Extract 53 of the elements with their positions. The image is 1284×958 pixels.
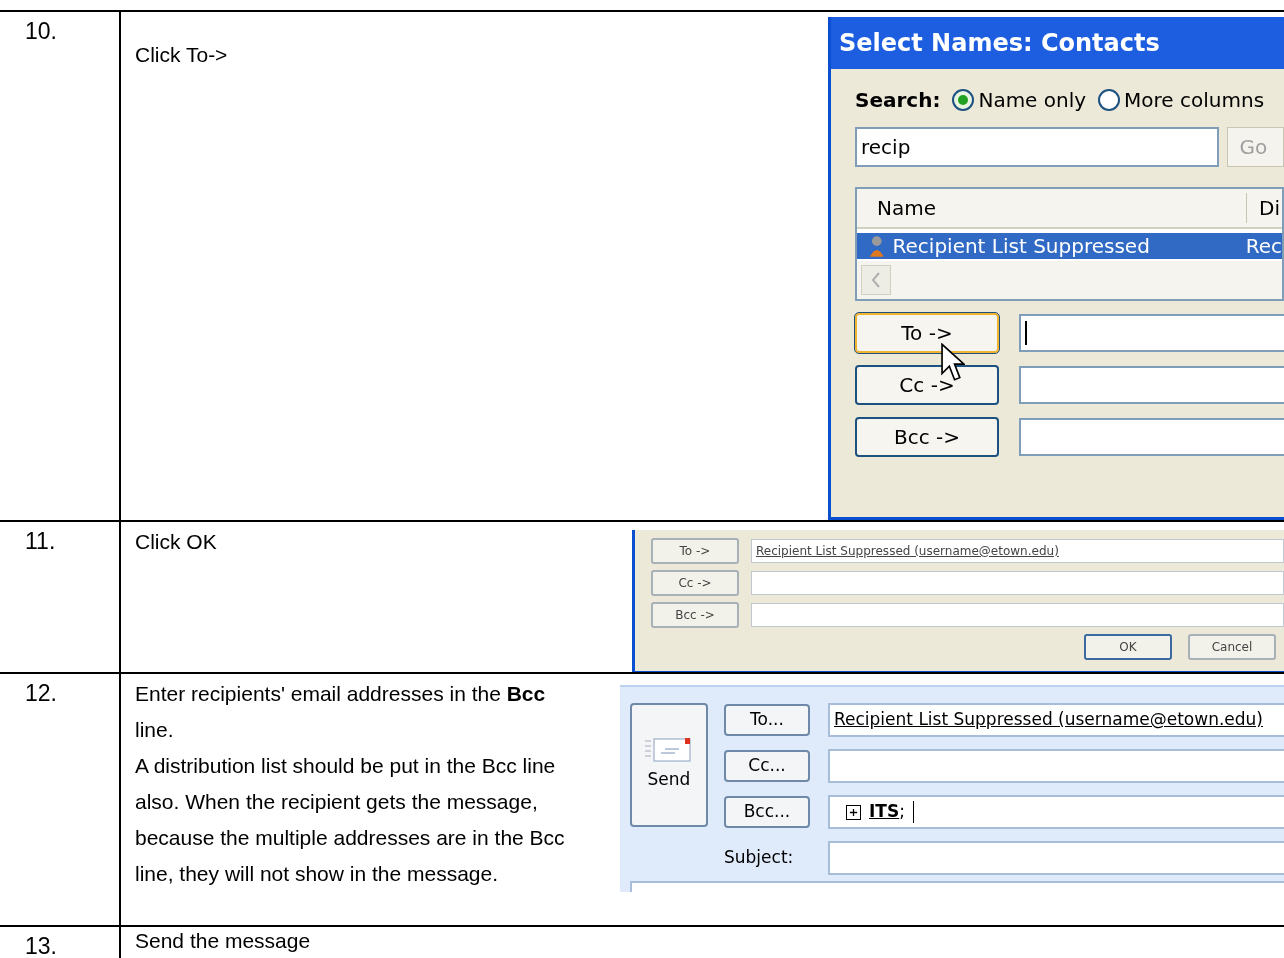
person-icon — [869, 235, 885, 257]
chevron-left-icon — [871, 272, 881, 288]
step-number: 13. — [25, 933, 57, 958]
dialog-button[interactable]: Cancel — [1188, 634, 1276, 660]
recipient-field[interactable] — [751, 571, 1284, 595]
expand-icon[interactable] — [846, 804, 861, 820]
recipient-button[interactable]: Bcc -> — [651, 602, 739, 628]
dialog-button[interactable]: OK — [1084, 634, 1172, 660]
contact-name: Recipient List Suppressed — [891, 233, 1151, 260]
step-number: 12. — [25, 680, 57, 706]
step-instruction: Send the message — [135, 928, 312, 954]
radio-button[interactable] — [1098, 89, 1121, 111]
radio-label: Name only — [978, 87, 1087, 114]
recipient-button[interactable]: Bcc -> — [855, 417, 999, 457]
recipient-field[interactable] — [751, 603, 1284, 627]
recipient-field[interactable] — [1019, 418, 1284, 456]
recipient-field[interactable] — [1019, 366, 1284, 404]
mouse-pointer-icon — [941, 343, 965, 381]
recipient-button[interactable]: Bcc... — [724, 796, 810, 828]
recipient-button[interactable]: To... — [724, 704, 810, 736]
recipient-field[interactable] — [828, 749, 1284, 783]
recipient-button[interactable]: Cc -> — [855, 365, 999, 405]
radio-label: More columns — [1124, 87, 1265, 114]
message-body[interactable] — [630, 881, 1284, 892]
contact-row[interactable]: Recipient List Suppressed Rec — [857, 233, 1282, 259]
column-header[interactable]: Di — [1247, 193, 1280, 223]
step-instruction: Enter recipients' email addresses in the Bcc line. — [135, 681, 547, 743]
subject-label: Subject: — [724, 846, 795, 870]
step-number: 10. — [25, 18, 57, 44]
send-button[interactable]: Send — [630, 703, 708, 827]
recipient-button[interactable]: Cc -> — [651, 570, 739, 596]
envelope-icon — [645, 737, 693, 764]
text-cursor — [1025, 321, 1027, 345]
subject-field[interactable] — [828, 841, 1284, 875]
step-instruction: A distribution list should be put in the Bcc line also. When the recipient gets the message, because the multiple addresses are in the Bcc line, they will not show in the message. — [135, 753, 566, 887]
recipient-field[interactable]: ITS; — [828, 795, 1284, 829]
step-number: 11. — [25, 528, 56, 554]
step-instruction: Click To-> — [135, 42, 229, 68]
text-cursor — [912, 801, 914, 823]
recipient-button[interactable]: To -> — [651, 538, 739, 564]
recipient-button[interactable]: To -> — [855, 313, 999, 353]
scroll-left-button[interactable] — [861, 265, 891, 295]
recipient-field[interactable] — [1019, 314, 1284, 352]
recipient-field[interactable]: Recipient List Suppressed (username@etown.edu) — [828, 703, 1284, 737]
column-header[interactable]: Name — [857, 193, 1247, 223]
contact-cell-text: Rec — [1245, 233, 1282, 260]
recipient-button[interactable]: Cc... — [724, 750, 810, 782]
recipient-field[interactable]: Recipient List Suppressed (username@etown.edu) — [751, 539, 1284, 563]
window-title: Select Names: Contacts — [831, 17, 1284, 69]
search-label: Search: — [855, 87, 941, 114]
step-instruction: Click OK — [135, 529, 218, 555]
radio-button[interactable] — [952, 89, 975, 111]
search-field[interactable]: recip — [855, 127, 1219, 167]
